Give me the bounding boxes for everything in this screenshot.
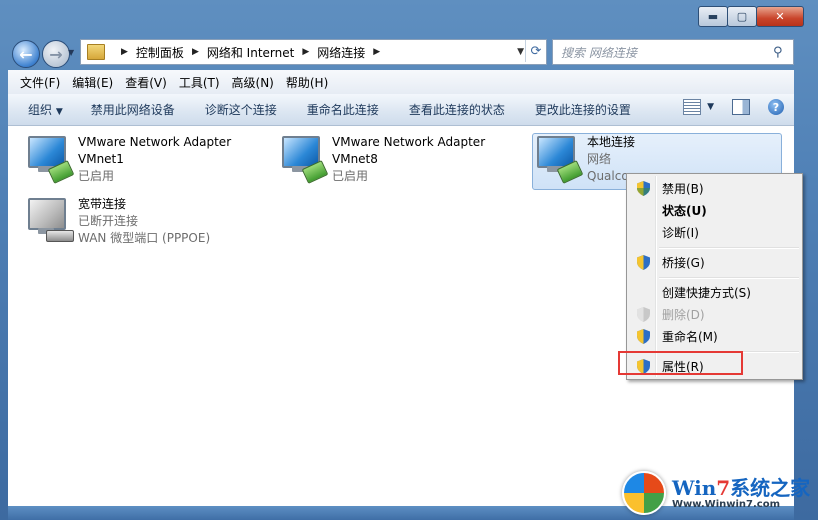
- menu-item-label: 创建快捷方式(S): [662, 285, 751, 300]
- search-box[interactable]: 搜索 网络连接 ⚲: [552, 39, 794, 65]
- menu-item-bridge[interactable]: 桥接(G): [629, 251, 800, 273]
- connection-name: 本地连接: [587, 135, 636, 149]
- uac-shield-icon: [637, 254, 650, 270]
- menu-item-delete: 删除(D): [629, 303, 800, 325]
- menu-bar: 文件(F) 编辑(E) 查看(V) 工具(T) 高级(N) 帮助(H): [8, 70, 794, 95]
- network-adapter-icon: [535, 134, 584, 184]
- help-icon[interactable]: ?: [768, 99, 784, 115]
- watermark-brand: Win7系统之家: [672, 475, 811, 500]
- diagnose-button[interactable]: 诊断这个连接: [205, 101, 277, 118]
- broadband-icon: [26, 196, 74, 244]
- menu-item-create-shortcut[interactable]: 创建快捷方式(S): [629, 281, 800, 303]
- context-menu: 禁用(B) 状态(U) 诊断(I) 桥接(G) 创建快捷方式(S) 删除(D) …: [626, 173, 803, 380]
- address-dropdown-icon[interactable]: ▼: [517, 47, 524, 57]
- menu-tools[interactable]: 工具(T): [179, 74, 220, 91]
- menu-item-label: 禁用(B): [662, 181, 704, 196]
- uac-shield-icon: [637, 180, 650, 196]
- menu-view[interactable]: 查看(V): [125, 74, 167, 91]
- menu-item-rename[interactable]: 重命名(M): [629, 325, 800, 347]
- properties-highlight-box: [618, 351, 743, 375]
- search-icon[interactable]: ⚲: [773, 45, 793, 60]
- uac-shield-icon: [637, 328, 650, 344]
- disable-device-button[interactable]: 禁用此网络设备: [91, 101, 175, 118]
- view-status-button[interactable]: 查看此连接的状态: [409, 101, 505, 118]
- menu-separator: [659, 277, 799, 279]
- minimize-button[interactable]: ▬: [698, 6, 728, 27]
- command-bar: 组织 ▼ 禁用此网络设备 诊断这个连接 重命名此连接 查看此连接的状态 更改此连…: [8, 94, 794, 126]
- chevron-right-icon[interactable]: ▶: [192, 47, 199, 57]
- connection-item[interactable]: VMware Network Adapter VMnet1 已启用: [26, 134, 231, 185]
- breadcrumb-network-internet[interactable]: 网络和 Internet: [207, 44, 294, 61]
- menu-item-diagnose[interactable]: 诊断(I): [629, 221, 800, 243]
- back-button[interactable]: ←: [12, 40, 40, 68]
- refresh-button[interactable]: ⟳: [525, 40, 546, 62]
- chevron-right-icon[interactable]: ▶: [373, 47, 380, 57]
- connection-item-local[interactable]: 本地连接 网络 Qualco: [535, 134, 635, 185]
- menu-item-label: 诊断(I): [662, 225, 699, 240]
- network-adapter-icon: [26, 134, 75, 184]
- connection-name: 宽带连接: [78, 197, 127, 211]
- connection-item[interactable]: VMware Network Adapter VMnet8 已启用: [280, 134, 485, 185]
- menu-item-disable[interactable]: 禁用(B): [629, 177, 800, 199]
- connection-item-broadband[interactable]: 宽带连接 已断开连接 WAN 微型端口 (PPPOE): [26, 196, 210, 247]
- chevron-down-icon[interactable]: ▼: [707, 102, 714, 112]
- menu-separator: [659, 247, 799, 249]
- menu-item-label: 桥接(G): [662, 255, 705, 270]
- connection-line2: 网络: [587, 152, 612, 166]
- breadcrumb-network-connections[interactable]: 网络连接: [317, 44, 365, 61]
- connection-line2: VMnet1: [78, 152, 124, 166]
- close-button[interactable]: ✕: [756, 6, 804, 27]
- watermark-url: Www.Winwin7.com: [672, 498, 781, 510]
- breadcrumb-control-panel[interactable]: 控制面板: [136, 44, 184, 61]
- organize-button[interactable]: 组织 ▼: [28, 101, 63, 118]
- connection-status: WAN 微型端口 (PPPOE): [78, 231, 211, 245]
- menu-item-label: 重命名(M): [662, 329, 718, 344]
- menu-file[interactable]: 文件(F): [20, 74, 60, 91]
- connection-status: 已启用: [78, 169, 115, 183]
- connection-status: 已启用: [332, 169, 369, 183]
- chevron-down-icon: ▼: [55, 107, 63, 117]
- menu-advanced[interactable]: 高级(N): [232, 74, 274, 91]
- recent-pages-dropdown[interactable]: ▼: [68, 48, 74, 57]
- connection-name: VMware Network Adapter: [78, 135, 232, 149]
- uac-shield-icon: [637, 306, 650, 322]
- change-settings-button[interactable]: 更改此连接的设置: [535, 101, 631, 118]
- connection-line2: 已断开连接: [78, 214, 139, 228]
- network-adapter-icon: [280, 134, 329, 184]
- connection-line2: VMnet8: [332, 152, 378, 166]
- preview-pane-icon[interactable]: [732, 99, 750, 115]
- search-input[interactable]: 搜索 网络连接: [561, 44, 773, 61]
- address-bar[interactable]: ▶ 控制面板 ▶ 网络和 Internet ▶ 网络连接 ▶ ▼ ⟳: [80, 39, 547, 65]
- maximize-button[interactable]: ▢: [727, 6, 757, 27]
- menu-help[interactable]: 帮助(H): [286, 74, 328, 91]
- forward-button[interactable]: →: [42, 40, 70, 68]
- rename-button[interactable]: 重命名此连接: [307, 101, 379, 118]
- chevron-right-icon[interactable]: ▶: [302, 47, 309, 57]
- watermark: Win7系统之家 Www.Winwin7.com: [622, 470, 814, 516]
- menu-item-status[interactable]: 状态(U): [629, 199, 800, 221]
- menu-item-label: 状态(U): [662, 203, 707, 218]
- chevron-right-icon: ▶: [121, 47, 128, 57]
- connection-name: VMware Network Adapter: [332, 135, 486, 149]
- menu-edit[interactable]: 编辑(E): [72, 74, 113, 91]
- organize-label: 组织: [28, 103, 53, 117]
- control-panel-icon: [87, 44, 105, 60]
- windows-logo-icon: [622, 471, 666, 515]
- menu-item-label: 删除(D): [662, 307, 705, 322]
- caption-buttons: ▬ ▢ ✕: [698, 6, 804, 27]
- view-options-icon[interactable]: [683, 99, 702, 115]
